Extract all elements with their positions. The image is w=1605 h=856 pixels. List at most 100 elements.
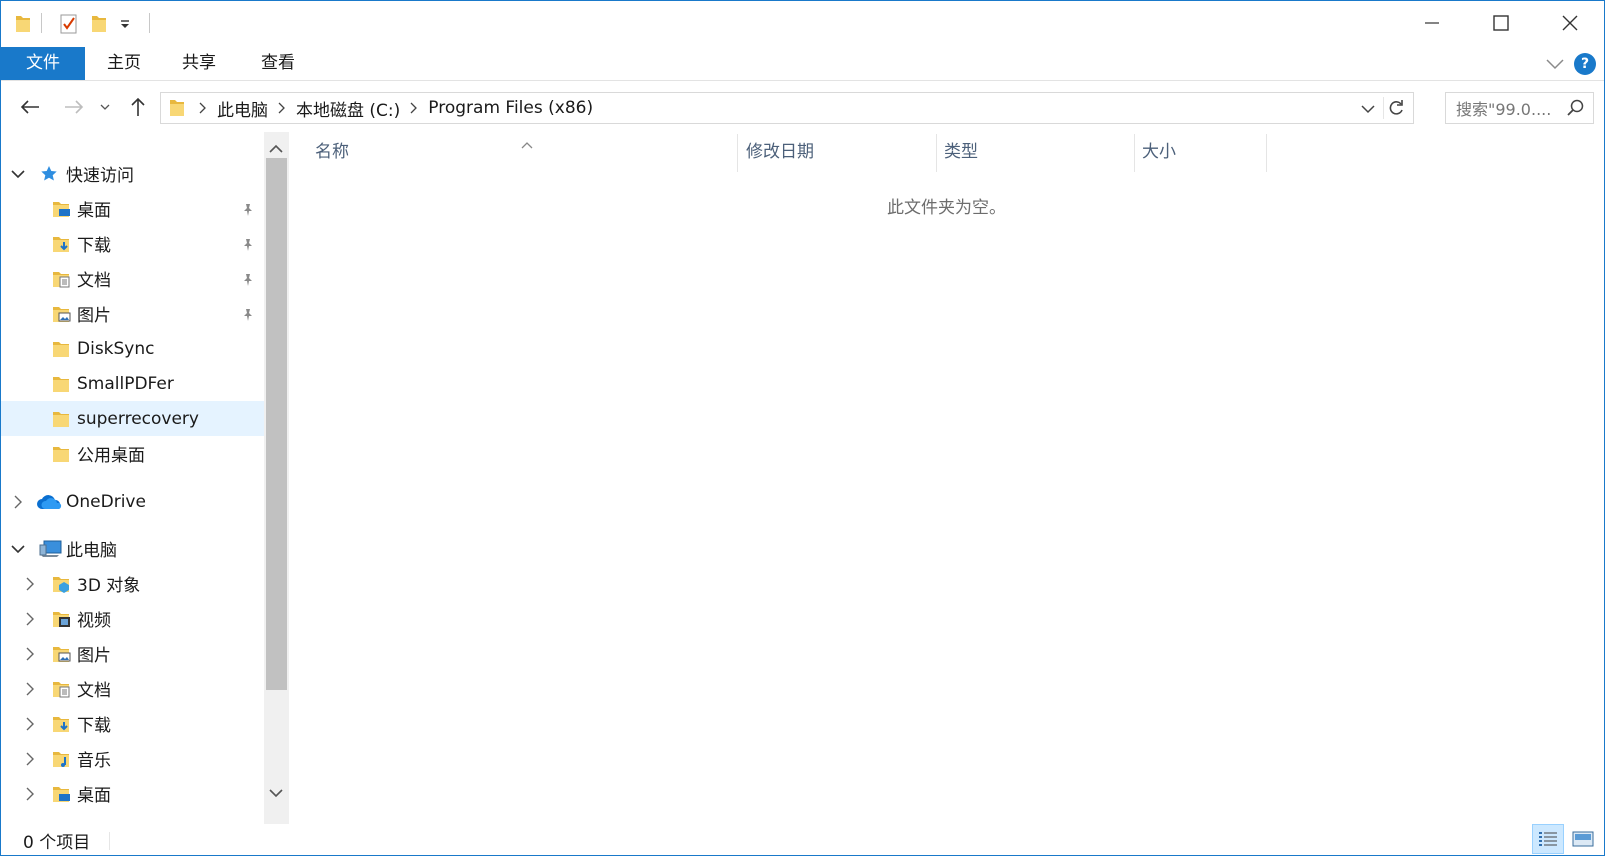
file-list[interactable]: 名称 修改日期 类型 大小 此文件夹为空。 bbox=[291, 132, 1604, 824]
sidebar-item-label: 桌面 bbox=[77, 201, 111, 221]
music-folder-icon bbox=[51, 749, 71, 769]
tab-view[interactable]: 查看 bbox=[243, 47, 313, 80]
sidebar-item-pc-6[interactable]: 桌面 bbox=[1, 776, 264, 811]
sidebar-item-quick-3[interactable]: 图片 bbox=[1, 296, 264, 331]
sidebar-item-quick-6[interactable]: superrecovery bbox=[1, 401, 264, 436]
sidebar-item-label: 快速访问 bbox=[66, 166, 134, 186]
navigation-bar: 此电脑 本地磁盘 (C:) Program Files (x86) 搜索"99.… bbox=[1, 87, 1604, 127]
computer-icon bbox=[39, 539, 63, 559]
tab-share[interactable]: 共享 bbox=[164, 47, 234, 80]
forward-button[interactable] bbox=[59, 93, 89, 121]
chevron-right-icon[interactable] bbox=[11, 495, 25, 509]
chevron-right-icon[interactable] bbox=[23, 682, 37, 696]
sidebar-item-label: 图片 bbox=[77, 646, 111, 666]
pin-icon[interactable] bbox=[241, 272, 255, 286]
item-count: 0 个项目 bbox=[23, 833, 91, 853]
sidebar-item-pc-4[interactable]: 下载 bbox=[1, 706, 264, 741]
column-header-type[interactable]: 类型 bbox=[944, 132, 1134, 174]
up-button[interactable] bbox=[123, 93, 153, 121]
file-explorer-window: 文件 主页 共享 查看 ? 此电脑 本地磁盘 (C:) Program File… bbox=[0, 0, 1605, 856]
sidebar-item-pc-3[interactable]: 文档 bbox=[1, 671, 264, 706]
expand-ribbon-icon[interactable] bbox=[1546, 55, 1564, 75]
folder-icon bbox=[51, 339, 71, 359]
sidebar-item-label: 公用桌面 bbox=[77, 446, 145, 466]
sidebar-item-onedrive[interactable]: OneDrive bbox=[1, 484, 264, 519]
breadcrumb-local-disk[interactable]: 本地磁盘 (C:) bbox=[296, 96, 400, 121]
sidebar-item-quick-7[interactable]: 公用桌面 bbox=[1, 436, 264, 471]
scroll-down-icon[interactable] bbox=[269, 783, 283, 798]
close-button[interactable] bbox=[1535, 1, 1604, 45]
breadcrumb-this-pc[interactable]: 此电脑 bbox=[217, 96, 268, 121]
documents-folder-icon bbox=[51, 269, 71, 289]
ribbon-tabs: 文件 主页 共享 查看 ? bbox=[1, 47, 1604, 81]
address-bar[interactable]: 此电脑 本地磁盘 (C:) Program Files (x86) bbox=[160, 92, 1414, 124]
back-button[interactable] bbox=[15, 93, 45, 121]
column-header-size[interactable]: 大小 bbox=[1142, 132, 1266, 174]
column-header-date-modified[interactable]: 修改日期 bbox=[746, 132, 936, 174]
search-input[interactable]: 搜索"99.0.... bbox=[1445, 92, 1594, 124]
chevron-down-icon[interactable] bbox=[11, 542, 25, 556]
details-view-button[interactable] bbox=[1532, 824, 1564, 854]
sidebar-item-this-pc[interactable]: 此电脑 bbox=[1, 531, 264, 566]
breadcrumb-program-files[interactable]: Program Files (x86) bbox=[428, 98, 593, 118]
chevron-right-icon[interactable] bbox=[23, 612, 37, 626]
pin-icon[interactable] bbox=[241, 307, 255, 321]
sidebar-item-label: 图片 bbox=[77, 306, 111, 326]
sidebar-item-label: superrecovery bbox=[77, 408, 199, 429]
large-icons-view-button[interactable] bbox=[1567, 824, 1599, 854]
chevron-down-icon[interactable] bbox=[11, 167, 25, 181]
chevron-right-icon[interactable] bbox=[23, 577, 37, 591]
chevron-right-icon[interactable] bbox=[199, 102, 207, 114]
documents-folder-icon bbox=[51, 679, 71, 699]
sidebar-item-label: OneDrive bbox=[66, 491, 146, 512]
sidebar-scrollbar[interactable] bbox=[264, 132, 289, 824]
refresh-button[interactable] bbox=[1383, 97, 1407, 119]
sidebar-item-quick-2[interactable]: 文档 bbox=[1, 261, 264, 296]
sidebar-item-quick-1[interactable]: 下载 bbox=[1, 226, 264, 261]
new-folder-icon[interactable] bbox=[91, 11, 107, 37]
chevron-right-icon[interactable] bbox=[23, 787, 37, 801]
download-folder-icon bbox=[51, 234, 71, 254]
properties-icon[interactable] bbox=[59, 11, 79, 37]
address-history-icon[interactable] bbox=[1361, 99, 1375, 119]
onedrive-cloud-icon bbox=[36, 492, 62, 512]
maximize-button[interactable] bbox=[1466, 1, 1535, 45]
3d-objects-folder-icon bbox=[51, 574, 71, 594]
sidebar-item-pc-2[interactable]: 图片 bbox=[1, 636, 264, 671]
chevron-right-icon[interactable] bbox=[23, 752, 37, 766]
tab-home[interactable]: 主页 bbox=[89, 47, 159, 80]
sidebar-item-pc-0[interactable]: 3D 对象 bbox=[1, 566, 264, 601]
sidebar-item-label: 文档 bbox=[77, 681, 111, 701]
chevron-right-icon[interactable] bbox=[278, 102, 286, 114]
scroll-up-icon[interactable] bbox=[269, 139, 283, 153]
desktop-folder-icon bbox=[51, 199, 71, 219]
pin-icon[interactable] bbox=[241, 237, 255, 251]
sidebar-item-quick-5[interactable]: SmallPDFer bbox=[1, 366, 264, 401]
navigation-pane: 快速访问 桌面 下载 文档 图片 DiskSync SmallPDFer superreco… bbox=[1, 132, 264, 824]
tab-file[interactable]: 文件 bbox=[1, 47, 85, 80]
scrollbar-thumb[interactable] bbox=[266, 158, 287, 690]
chevron-right-icon[interactable] bbox=[23, 717, 37, 731]
column-header-name[interactable]: 名称 bbox=[315, 132, 735, 174]
recent-locations-icon[interactable] bbox=[95, 93, 115, 121]
search-icon[interactable] bbox=[1567, 99, 1585, 121]
chevron-right-icon[interactable] bbox=[23, 647, 37, 661]
pin-icon[interactable] bbox=[241, 202, 255, 216]
sidebar-item-pc-1[interactable]: 视频 bbox=[1, 601, 264, 636]
sidebar-item-label: 下载 bbox=[77, 716, 111, 736]
sidebar-item-quick-4[interactable]: DiskSync bbox=[1, 331, 264, 366]
sidebar-item-quick-0[interactable]: 桌面 bbox=[1, 191, 264, 226]
sidebar-item-label: DiskSync bbox=[77, 338, 155, 359]
help-button[interactable]: ? bbox=[1574, 53, 1596, 75]
sidebar-item-label: 桌面 bbox=[77, 786, 111, 806]
download-folder-icon bbox=[51, 714, 71, 734]
sidebar-item-label: 下载 bbox=[77, 236, 111, 256]
customize-quick-access-icon[interactable] bbox=[119, 11, 131, 37]
chevron-right-icon[interactable] bbox=[410, 102, 418, 114]
pictures-folder-icon bbox=[51, 644, 71, 664]
sidebar-item-label: 音乐 bbox=[77, 751, 111, 771]
minimize-button[interactable] bbox=[1397, 1, 1466, 45]
videos-folder-icon bbox=[51, 609, 71, 629]
sidebar-item-quick-access[interactable]: 快速访问 bbox=[1, 156, 264, 191]
sidebar-item-pc-5[interactable]: 音乐 bbox=[1, 741, 264, 776]
